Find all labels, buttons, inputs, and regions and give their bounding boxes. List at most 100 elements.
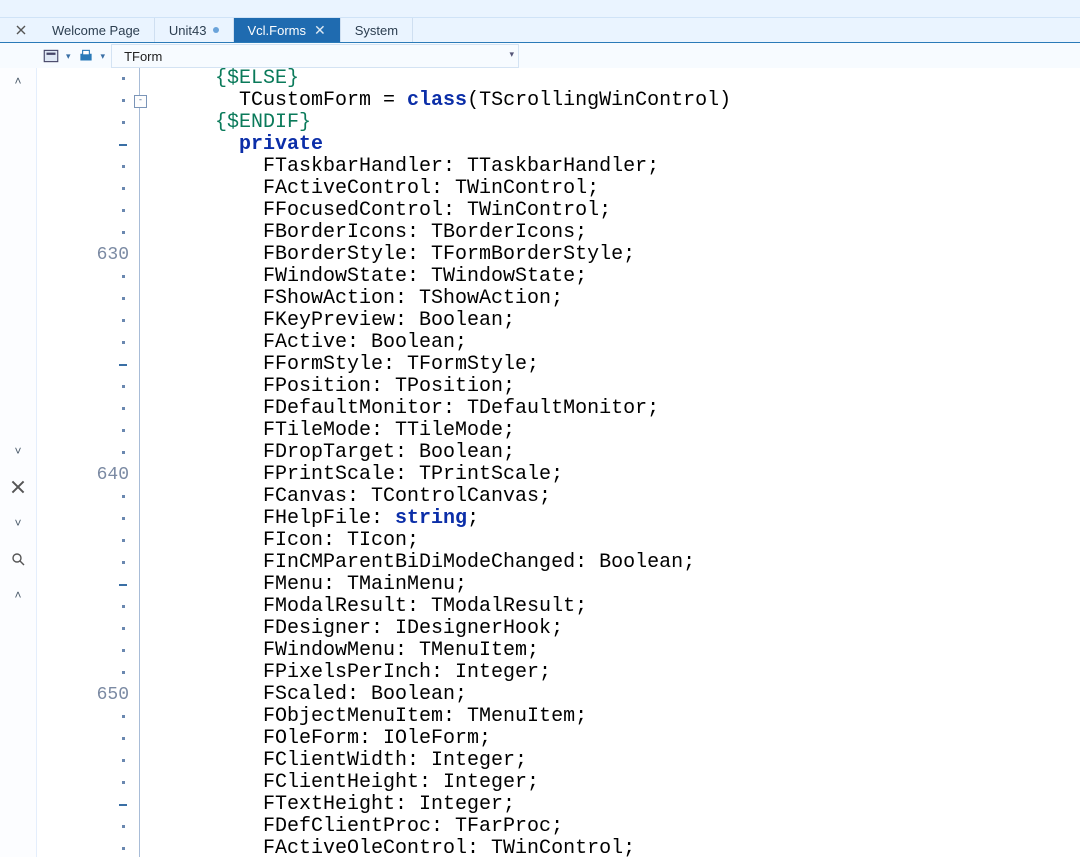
fold-guide-line [139, 552, 140, 574]
fold-row[interactable] [133, 398, 149, 420]
code-area[interactable]: {$ELSE} TCustomForm = class(TScrollingWi… [149, 68, 1080, 857]
code-line[interactable]: FDefClientProc: TFarProc; [191, 816, 1080, 838]
code-line[interactable]: FDefaultMonitor: TDefaultMonitor; [191, 398, 1080, 420]
code-line[interactable]: FClientWidth: Integer; [191, 750, 1080, 772]
code-line[interactable]: FActive: Boolean; [191, 332, 1080, 354]
code-line[interactable]: FWindowState: TWindowState; [191, 266, 1080, 288]
code-line[interactable]: {$ENDIF} [191, 112, 1080, 134]
code-line[interactable]: FShowAction: TShowAction; [191, 288, 1080, 310]
fold-row[interactable] [133, 574, 149, 596]
fold-row[interactable] [133, 244, 149, 266]
code-line[interactable]: private [191, 134, 1080, 156]
code-line[interactable]: FDropTarget: Boolean; [191, 442, 1080, 464]
code-line[interactable]: FTileMode: TTileMode; [191, 420, 1080, 442]
fold-row[interactable] [133, 596, 149, 618]
scroll-up-button[interactable]: ˄ [7, 70, 29, 92]
structure-breadcrumb-combo[interactable]: TForm ▾ [111, 44, 519, 68]
code-line[interactable]: FOleForm: IOleForm; [191, 728, 1080, 750]
code-editor[interactable]: 630640650 - {$ELSE} TCustomForm = class(… [37, 68, 1080, 857]
gutter-row [37, 574, 133, 596]
fold-row[interactable] [133, 332, 149, 354]
fold-row[interactable] [133, 266, 149, 288]
fold-row[interactable] [133, 442, 149, 464]
code-line[interactable]: FPosition: TPosition; [191, 376, 1080, 398]
code-line[interactable]: FWindowMenu: TMenuItem; [191, 640, 1080, 662]
fold-row[interactable] [133, 772, 149, 794]
fold-row[interactable] [133, 618, 149, 640]
fold-row[interactable] [133, 706, 149, 728]
code-line[interactable]: TCustomForm = class(TScrollingWinControl… [191, 90, 1080, 112]
fold-row[interactable] [133, 156, 149, 178]
fold-row[interactable] [133, 530, 149, 552]
code-line[interactable]: FTaskbarHandler: TTaskbarHandler; [191, 156, 1080, 178]
close-icon[interactable]: ✕ [314, 23, 326, 37]
fold-row[interactable] [133, 750, 149, 772]
code-line[interactable]: FFormStyle: TFormStyle; [191, 354, 1080, 376]
scroll-down-button[interactable]: ˅ [7, 440, 29, 462]
fold-gutter[interactable]: - [133, 68, 149, 857]
chevron-down-icon[interactable]: ▾ [101, 51, 106, 62]
fold-row[interactable] [133, 464, 149, 486]
tab-welcome-page[interactable]: Welcome Page [38, 18, 155, 42]
text-token: FDefaultMonitor: TDefaultMonitor; [263, 397, 659, 420]
close-panel-button[interactable] [4, 18, 38, 42]
fold-row[interactable] [133, 684, 149, 706]
gutter-row [37, 486, 133, 508]
code-line[interactable]: FTextHeight: Integer; [191, 794, 1080, 816]
fold-row[interactable] [133, 354, 149, 376]
code-line[interactable]: FModalResult: TModalResult; [191, 596, 1080, 618]
code-line[interactable]: FObjectMenuItem: TMenuItem; [191, 706, 1080, 728]
fold-collapse-icon[interactable]: - [134, 95, 147, 108]
code-line[interactable]: FClientHeight: Integer; [191, 772, 1080, 794]
code-line[interactable]: FKeyPreview: Boolean; [191, 310, 1080, 332]
code-line[interactable]: FActiveOleControl: TWinControl; [191, 838, 1080, 857]
fold-row[interactable] [133, 486, 149, 508]
code-line[interactable]: FHelpFile: string; [191, 508, 1080, 530]
scroll-down-button[interactable]: ˅ [7, 512, 29, 534]
code-line[interactable]: FBorderIcons: TBorderIcons; [191, 222, 1080, 244]
fold-row[interactable] [133, 200, 149, 222]
code-line[interactable]: FMenu: TMainMenu; [191, 574, 1080, 596]
code-line[interactable]: {$ELSE} [191, 68, 1080, 90]
fold-row[interactable] [133, 310, 149, 332]
close-icon[interactable] [7, 476, 29, 498]
fold-row[interactable] [133, 816, 149, 838]
code-line[interactable]: FDesigner: IDesignerHook; [191, 618, 1080, 640]
tab-unit43[interactable]: Unit43 [155, 18, 234, 42]
fold-row[interactable] [133, 640, 149, 662]
fold-row[interactable] [133, 288, 149, 310]
fold-row[interactable] [133, 728, 149, 750]
fold-row[interactable] [133, 222, 149, 244]
search-icon[interactable] [7, 548, 29, 570]
code-line[interactable]: FInCMParentBiDiModeChanged: Boolean; [191, 552, 1080, 574]
fold-row[interactable] [133, 68, 149, 90]
fold-row[interactable] [133, 508, 149, 530]
fold-row[interactable] [133, 662, 149, 684]
tab-vcl-forms[interactable]: Vcl.Forms✕ [234, 18, 341, 42]
fold-row[interactable] [133, 112, 149, 134]
code-line[interactable]: FActiveControl: TWinControl; [191, 178, 1080, 200]
indent [191, 683, 263, 706]
code-line[interactable]: FIcon: TIcon; [191, 530, 1080, 552]
code-line[interactable]: FFocusedControl: TWinControl; [191, 200, 1080, 222]
code-line[interactable]: FPixelsPerInch: Integer; [191, 662, 1080, 684]
text-token: TCustomForm = [239, 89, 407, 112]
fold-row[interactable] [133, 838, 149, 857]
print-icon[interactable] [77, 47, 95, 65]
fold-row[interactable] [133, 178, 149, 200]
code-line[interactable]: FBorderStyle: TFormBorderStyle; [191, 244, 1080, 266]
chevron-down-icon[interactable]: ▾ [66, 51, 71, 62]
gutter-dot-icon [122, 99, 125, 102]
tab-system[interactable]: System [341, 18, 413, 42]
fold-row[interactable] [133, 552, 149, 574]
code-line[interactable]: FPrintScale: TPrintScale; [191, 464, 1080, 486]
fold-row[interactable] [133, 794, 149, 816]
fold-row[interactable] [133, 376, 149, 398]
code-line[interactable]: FScaled: Boolean; [191, 684, 1080, 706]
fold-guide-line [139, 420, 140, 442]
fold-row[interactable] [133, 420, 149, 442]
fold-row[interactable]: - [133, 90, 149, 112]
scroll-up-button[interactable]: ˄ [7, 584, 29, 606]
code-line[interactable]: FCanvas: TControlCanvas; [191, 486, 1080, 508]
fold-row[interactable] [133, 134, 149, 156]
